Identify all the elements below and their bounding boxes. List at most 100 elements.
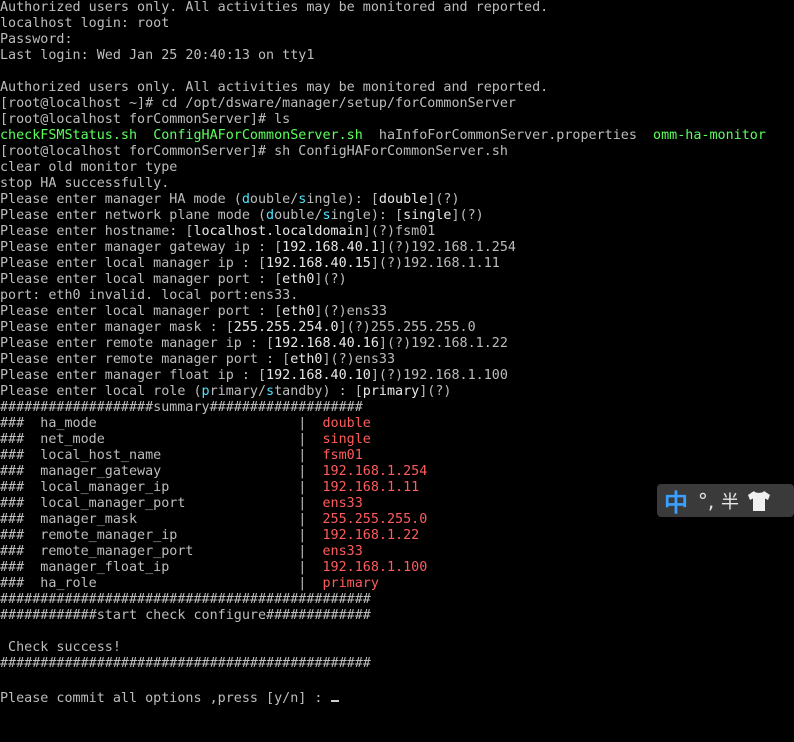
terminal-line: Please enter local manager port : [eth0]… — [0, 304, 794, 320]
terminal-line: ### remote_manager_ip | 192.168.1.22 — [0, 528, 794, 544]
terminal-line: Authorized users only. All activities ma… — [0, 80, 794, 96]
terminal-text: ### ha_mode | — [0, 416, 323, 431]
terminal-text: 192.168.1.254 — [322, 464, 428, 479]
terminal-text: ](?) — [314, 272, 347, 287]
terminal-text: Please enter local manager port : [ — [0, 272, 283, 287]
terminal-text: [root@localhost forCommonServer]# ls — [0, 112, 291, 127]
terminal-line: ###################summary##############… — [0, 400, 794, 416]
terminal-text: eth0 — [282, 304, 315, 319]
terminal-text: Please enter hostname: [ — [0, 224, 194, 239]
terminal-line: Please enter local manager port : [eth0]… — [0, 272, 794, 288]
terminal-line: Please enter remote manager port : [eth0… — [0, 352, 794, 368]
terminal-text: ](?)ens33 — [314, 304, 387, 319]
ime-toolbar[interactable]: 中 °, 半 — [657, 484, 794, 517]
terminal-text: d — [266, 208, 275, 223]
terminal-text: omm-ha-monitor — [653, 128, 766, 143]
terminal-line: [root@localhost forCommonServer]# sh Con… — [0, 144, 794, 160]
terminal-text: s — [266, 384, 275, 399]
terminal-line: Check success! — [0, 640, 794, 656]
terminal-text: [root@localhost ~]# cd /opt/dsware/manag… — [0, 96, 516, 111]
terminal-text: single — [322, 432, 371, 447]
terminal-text: ](?)192.168.1.22 — [378, 336, 508, 351]
terminal-text: checkFSMStatus.sh — [0, 128, 138, 143]
terminal-line: ### ha_role | primary — [0, 576, 794, 592]
terminal-text: 192.168.40.10 — [266, 368, 371, 383]
terminal-line: [root@localhost forCommonServer]# ls — [0, 112, 794, 128]
terminal-text: Please enter manager HA mode ( — [0, 192, 242, 207]
terminal-line: ### remote_manager_port | ens33 — [0, 544, 794, 560]
terminal-text: 192.168.1.100 — [322, 560, 428, 575]
terminal-line: Please enter manager float ip : [192.168… — [0, 368, 794, 384]
terminal-text: Please enter remote manager port : [ — [0, 352, 291, 367]
terminal-line: stop HA successfully. — [0, 176, 794, 192]
terminal-line: ### ha_mode | double — [0, 416, 794, 432]
terminal-text: ### local_host_name | — [0, 448, 323, 463]
terminal-text: Please enter manager gateway ip : [ — [0, 240, 283, 255]
terminal-text: Authorized users only. All activities ma… — [0, 0, 549, 15]
terminal-text: Authorized users only. All activities ma… — [0, 80, 549, 95]
terminal-line: Please enter manager mask : [255.255.254… — [0, 320, 794, 336]
terminal-text: ############start check configure#######… — [0, 608, 371, 623]
terminal-text: clear old monitor type — [0, 160, 178, 175]
terminal-text: ### net_mode | — [0, 432, 323, 447]
terminal-text: single — [403, 208, 452, 223]
terminal-line: ### local_host_name | fsm01 — [0, 448, 794, 464]
terminal-text: s — [322, 208, 331, 223]
terminal-line: port: eth0 invalid. local port:ens33. — [0, 288, 794, 304]
terminal-text: ingle): [ — [330, 208, 404, 223]
terminal-line: Please enter hostname: [localhost.locald… — [0, 224, 794, 240]
terminal-text: Please commit all options ,press [y/n] : — [0, 691, 331, 706]
terminal-text: haInfoForCommonServer.properties — [362, 128, 654, 143]
terminal-line: Authorized users only. All activities ma… — [0, 0, 794, 16]
terminal-line: ########################################… — [0, 656, 794, 672]
terminal-text: ](?)192.168.1.254 — [378, 240, 516, 255]
terminal-text: Please enter manager float ip : [ — [0, 368, 267, 383]
terminal-text: 255.255.255.0 — [322, 512, 428, 527]
terminal-text: double — [378, 192, 428, 207]
terminal-text: eth0 — [282, 272, 315, 287]
ime-width-toggle[interactable]: 半 — [717, 488, 743, 514]
terminal-line: Please enter local manager ip : [192.168… — [0, 256, 794, 272]
terminal-text: Password: — [0, 32, 73, 47]
terminal-text: ConfigHAForCommonServer.sh — [153, 128, 363, 143]
terminal-text: ########################################… — [0, 656, 371, 671]
ime-punctuation-toggle[interactable]: °, — [695, 489, 717, 513]
terminal-text: ouble/ — [249, 192, 299, 207]
terminal-text: ### remote_manager_ip | — [0, 528, 323, 543]
terminal-text: ](?) — [427, 192, 460, 207]
terminal-text: rimary/ — [209, 384, 267, 399]
terminal-text: Check success! — [0, 640, 121, 655]
shirt-icon[interactable] — [743, 490, 775, 512]
terminal-text: [root@localhost forCommonServer]# sh Con… — [0, 144, 508, 159]
terminal-text: 192.168.1.11 — [322, 480, 420, 495]
terminal-line: ### manager_gateway | 192.168.1.254 — [0, 464, 794, 480]
ime-mode-toggle[interactable]: 中 — [657, 483, 695, 518]
terminal-text: ](?)ens33 — [322, 352, 396, 367]
terminal-text: ### remote_manager_port | — [0, 544, 323, 559]
terminal-line: Please enter manager HA mode (double/sin… — [0, 192, 794, 208]
terminal-text: ens33 — [322, 496, 363, 511]
terminal-text: ](?)192.168.1.100 — [370, 368, 508, 383]
terminal-text: localhost.localdomain — [193, 224, 363, 239]
terminal-text: Last login: Wed Jan 25 20:40:13 on tty1 — [0, 48, 315, 63]
terminal-text: ########################################… — [0, 592, 371, 607]
terminal-text: ens33 — [322, 544, 363, 559]
terminal-screen[interactable]: Authorized users only. All activities ma… — [0, 0, 794, 742]
terminal-text: ### ha_role | — [0, 576, 323, 591]
terminal-text: ### manager_float_ip | — [0, 560, 323, 575]
terminal-text: p — [201, 384, 210, 399]
terminal-text: Please enter remote manager ip : [ — [0, 336, 275, 351]
terminal-text: eth0 — [290, 352, 323, 367]
terminal-text: 192.168.40.16 — [274, 336, 379, 351]
terminal-text: Please enter local role ( — [0, 384, 202, 399]
terminal-text: ### manager_gateway | — [0, 464, 323, 479]
text-cursor — [330, 688, 339, 702]
terminal-text: 192.168.40.15 — [266, 256, 371, 271]
terminal-text: ### local_manager_ip | — [0, 480, 323, 495]
terminal-line: ### manager_float_ip | 192.168.1.100 — [0, 560, 794, 576]
terminal-line: Please enter local role (primary/standby… — [0, 384, 794, 400]
